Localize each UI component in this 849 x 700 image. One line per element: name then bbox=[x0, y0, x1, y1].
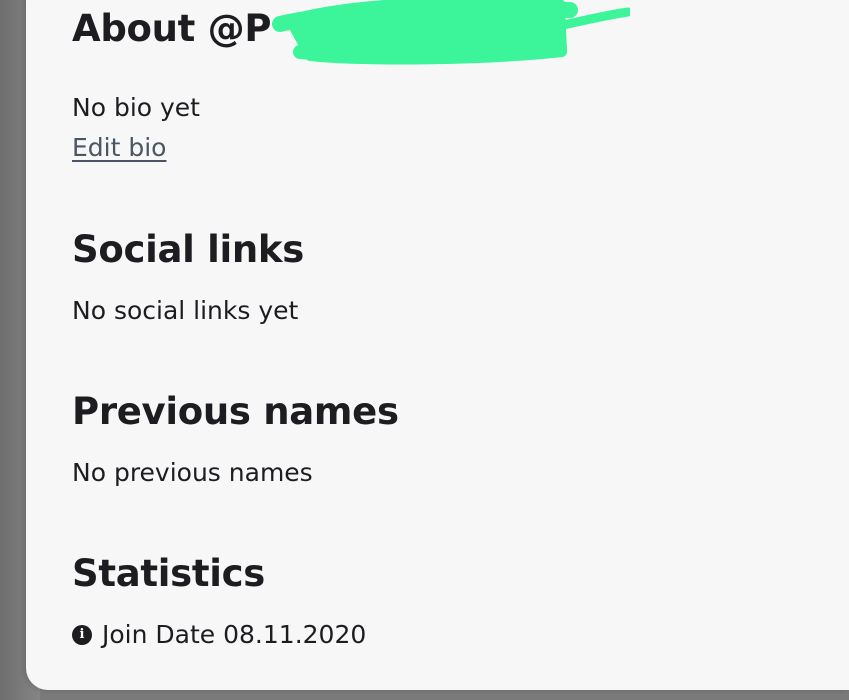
redaction-scribble bbox=[272, 0, 630, 65]
join-date-label: Join Date bbox=[102, 620, 216, 649]
join-date-value: 08.11.2020 bbox=[223, 620, 367, 649]
previous-names-empty-text: No previous names bbox=[72, 458, 313, 487]
profile-about-panel: About @Pl No bio yet Edit bio Social lin… bbox=[26, 0, 849, 690]
join-date-text: Join Date 08.11.2020 bbox=[102, 620, 366, 649]
join-date-row: i Join Date 08.11.2020 bbox=[72, 620, 366, 649]
previous-names-heading: Previous names bbox=[72, 390, 399, 433]
bio-text: No bio yet bbox=[72, 93, 200, 122]
statistics-heading: Statistics bbox=[72, 552, 266, 595]
edit-bio-link[interactable]: Edit bio bbox=[72, 133, 166, 162]
about-heading-text: About @P bbox=[72, 7, 272, 50]
social-links-empty-text: No social links yet bbox=[72, 296, 299, 325]
social-links-heading: Social links bbox=[72, 228, 304, 271]
info-icon: i bbox=[72, 624, 92, 645]
